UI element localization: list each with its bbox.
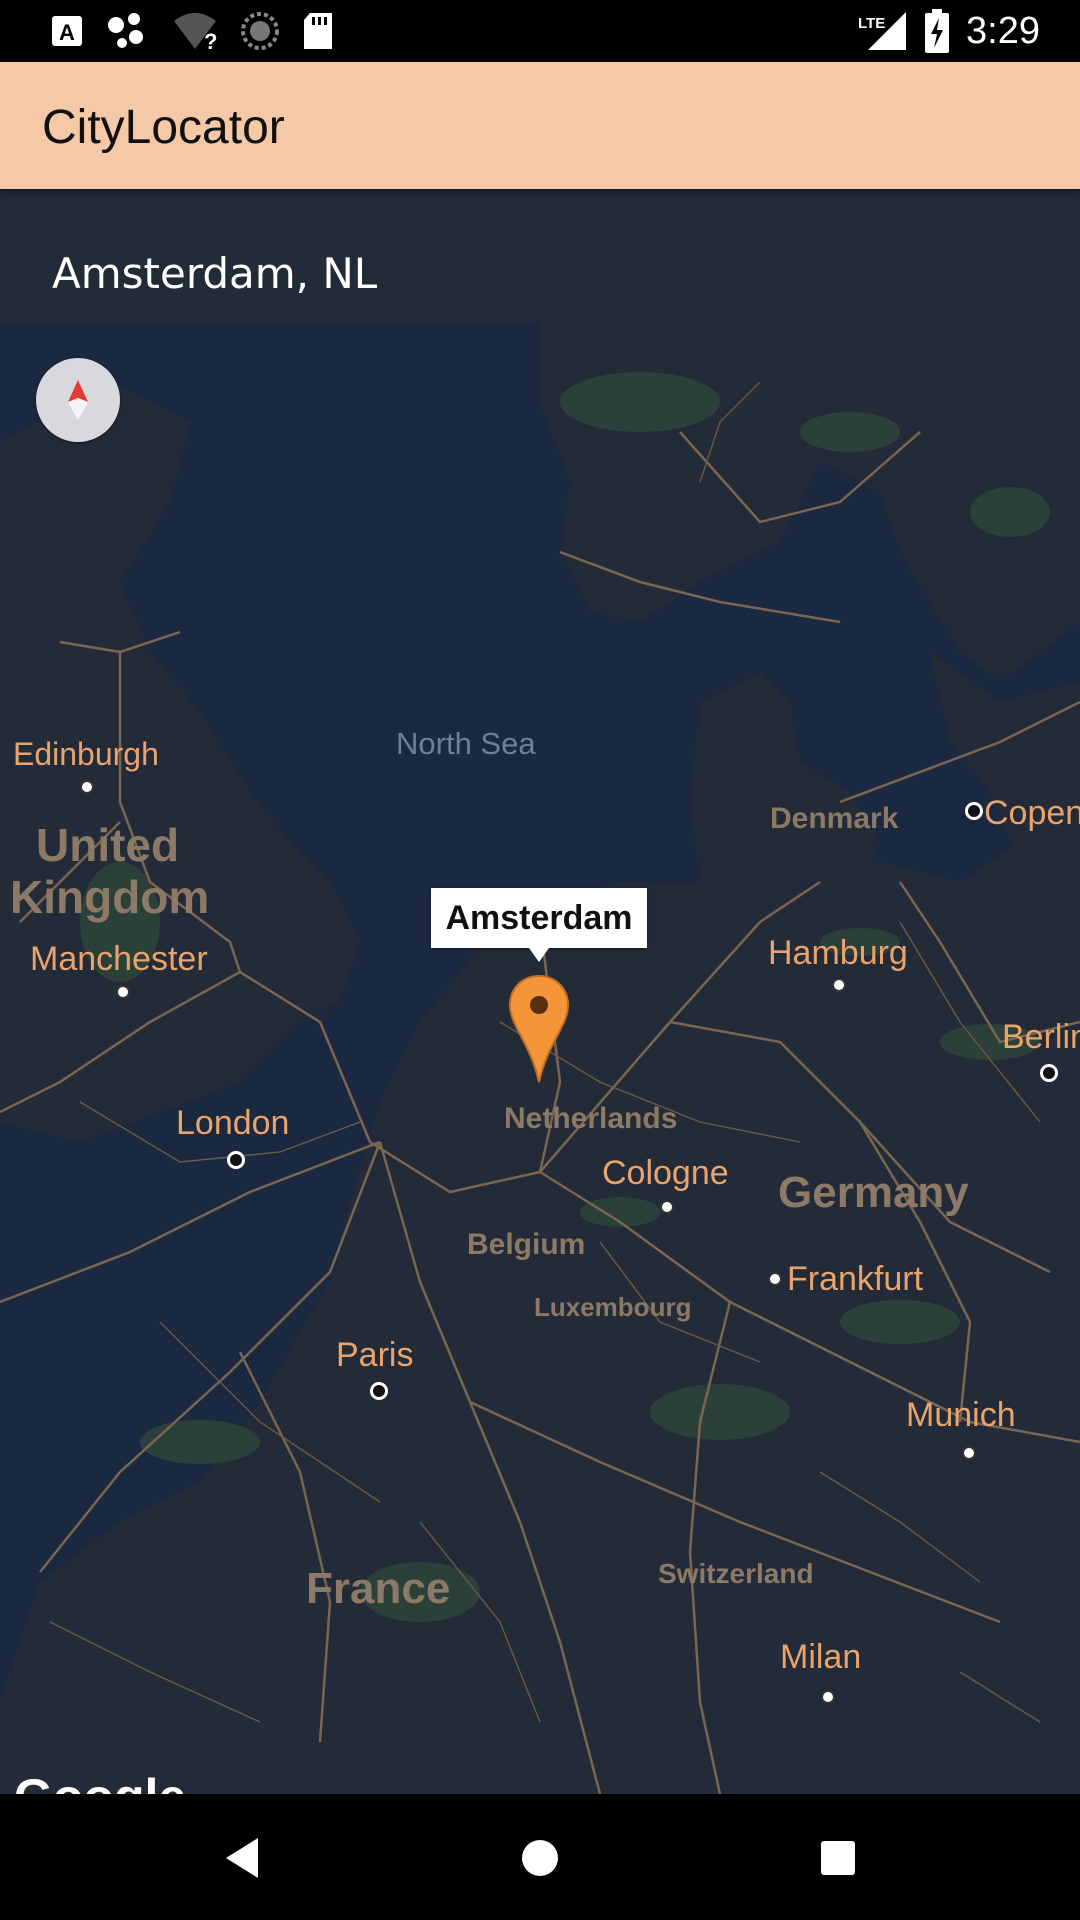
app-bar: CityLocator — [0, 62, 1080, 189]
svg-text:A: A — [59, 20, 75, 45]
city-label-copenhagen: Copen — [984, 794, 1080, 832]
cologne-dot — [660, 1200, 674, 1214]
berlin-dot — [1040, 1064, 1058, 1082]
city-name: Amsterdam, NL — [52, 249, 378, 298]
milan-dot — [821, 1690, 835, 1704]
wifi-unknown-icon: ? — [174, 13, 217, 51]
navigation-bar — [0, 1794, 1080, 1920]
country-label-united-kingdom-2: Kingdom — [10, 871, 210, 923]
recents-icon[interactable] — [808, 1828, 868, 1888]
app-title: CityLocator — [42, 101, 285, 154]
city-label-berlin: Berlin — [1002, 1018, 1080, 1056]
country-label-germany: Germany — [778, 1168, 969, 1217]
city-label-munich: Munich — [906, 1396, 1016, 1434]
edinburgh-dot — [80, 780, 94, 794]
hamburg-dot — [832, 978, 846, 992]
status-time: 3:29 — [966, 9, 1040, 52]
back-icon[interactable] — [212, 1828, 272, 1888]
country-label-luxembourg: Luxembourg — [534, 1292, 692, 1322]
country-label-denmark: Denmark — [770, 802, 899, 835]
city-label-london: London — [176, 1104, 290, 1142]
google-attribution: Google — [14, 1768, 186, 1794]
svg-text:LTE: LTE — [858, 15, 885, 32]
country-label-belgium: Belgium — [467, 1228, 586, 1261]
city-label-manchester: Manchester — [30, 940, 208, 978]
svg-text:?: ? — [204, 29, 217, 51]
london-dot — [227, 1151, 245, 1169]
notification-icons: A ? — [50, 10, 334, 52]
copenhagen-dot — [965, 802, 983, 820]
marker-info-window[interactable]: Amsterdam — [431, 888, 647, 962]
battery-charging-icon — [925, 9, 950, 53]
map-view[interactable]: North Sea Edinburgh United Kingdom Manch… — [0, 322, 1080, 1794]
a-notification-icon: A — [52, 16, 82, 46]
lte-signal-icon: LTE — [858, 12, 907, 50]
location-pin-icon[interactable] — [508, 974, 570, 1084]
city-label-cologne: Cologne — [602, 1154, 729, 1192]
compass-icon — [68, 380, 88, 420]
city-bar: Amsterdam, NL — [0, 189, 1080, 322]
country-label-switzerland: Switzerland — [658, 1558, 814, 1589]
city-label-milan: Milan — [780, 1638, 862, 1676]
home-icon[interactable] — [510, 1828, 570, 1888]
country-label-netherlands: Netherlands — [504, 1102, 678, 1135]
country-label-united-kingdom-1: United — [36, 819, 180, 871]
city-label-hamburg: Hamburg — [768, 934, 908, 972]
city-label-paris: Paris — [336, 1336, 414, 1374]
manchester-dot — [116, 985, 130, 999]
city-label-frankfurt: Frankfurt — [787, 1260, 924, 1298]
sd-card-icon — [304, 13, 332, 49]
country-label-france: France — [306, 1564, 451, 1613]
sea-label: North Sea — [396, 726, 536, 761]
system-icons: LTE 3:29 — [856, 6, 1040, 56]
munich-dot — [962, 1446, 976, 1460]
paris-dot — [370, 1382, 388, 1400]
sync-circle-icon — [241, 12, 279, 50]
compass-button[interactable] — [36, 358, 120, 442]
frankfurt-dot — [768, 1272, 782, 1286]
city-label-edinburgh: Edinburgh — [13, 736, 159, 772]
status-bar: A ? LTE 3:29 — [0, 0, 1080, 62]
assistant-dots-icon — [108, 13, 143, 48]
